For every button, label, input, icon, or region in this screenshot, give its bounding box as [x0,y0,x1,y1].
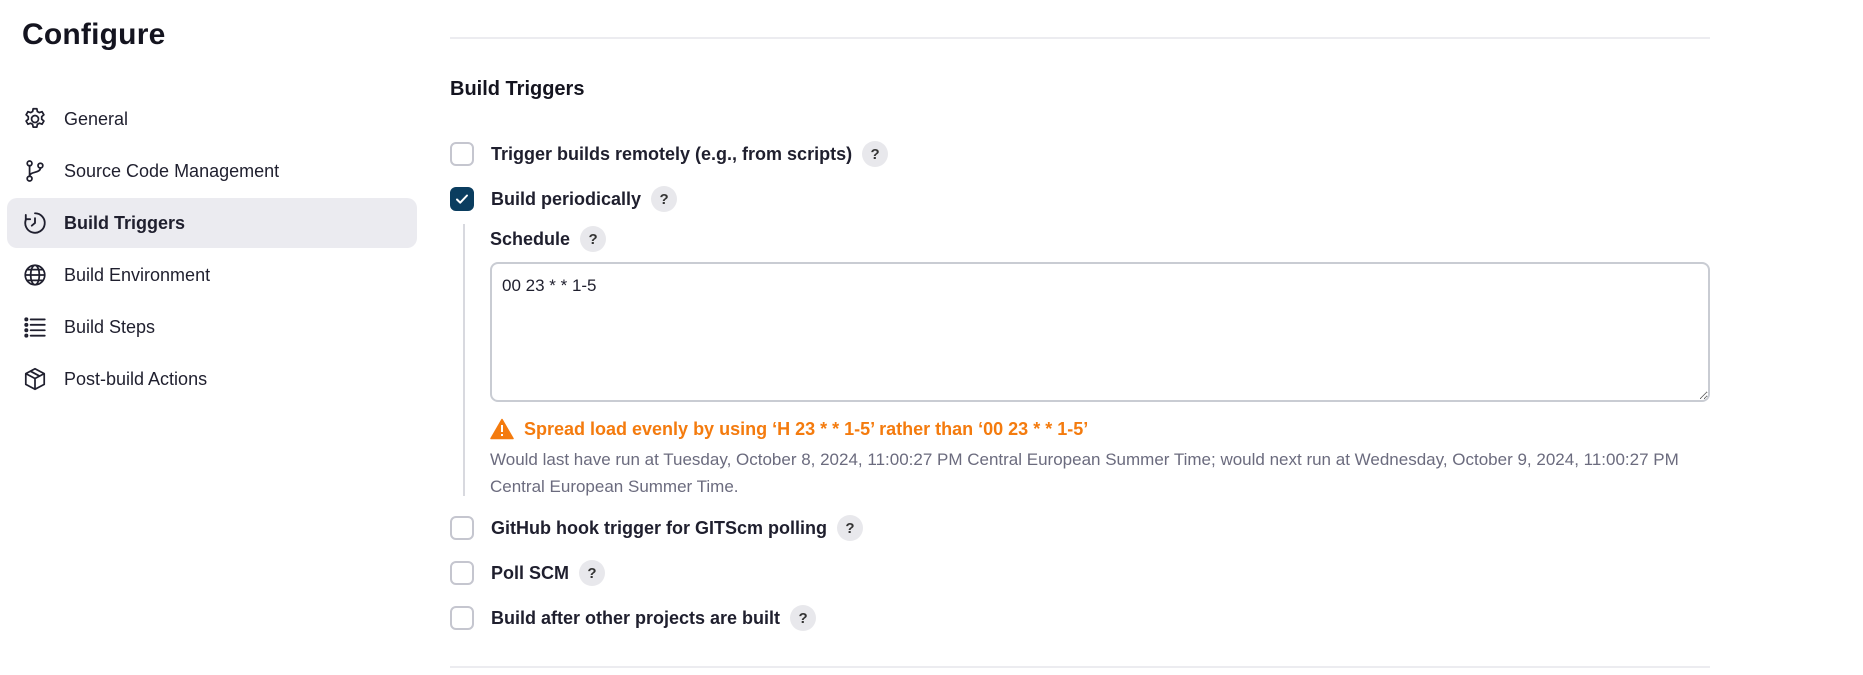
option-github-hook: GitHub hook trigger for GITScm polling ? [450,513,863,543]
option-label: Poll SCM [491,562,570,583]
option-label: Build periodically [491,188,642,209]
sidebar-item-label: Build Environment [64,264,211,285]
help-icon[interactable]: ? [579,560,606,586]
section-title: Build Triggers [450,78,585,100]
divider [450,666,1710,668]
divider [450,37,1710,39]
sidebar-item-build-steps[interactable]: Build Steps [7,302,417,352]
package-icon [22,366,48,392]
warning-text: Spread load evenly by using ‘H 23 * * 1-… [524,418,1089,439]
build-after-other-checkbox[interactable] [450,606,474,630]
option-label: Trigger builds remotely (e.g., from scri… [491,143,853,164]
option-build-after-other: Build after other projects are built ? [450,603,817,633]
option-label: GitHub hook trigger for GITScm polling [491,517,827,538]
page-title: Configure [22,18,166,51]
poll-scm-checkbox[interactable] [450,561,474,585]
checkmark-icon [456,194,468,204]
sidebar-item-label: Source Code Management [64,160,280,181]
nested-indicator [463,224,465,496]
sidebar-nav: General Source Code Management Build Tri… [7,94,417,406]
schedule-warning: Spread load evenly by using ‘H 23 * * 1-… [490,418,1088,440]
sidebar-item-label: Build Steps [64,316,156,337]
schedule-label-row: Schedule ? [490,224,607,254]
github-hook-checkbox[interactable] [450,516,474,540]
gear-icon [22,106,48,132]
schedule-info: Would last have run at Tuesday, October … [490,450,1679,496]
clock-icon [22,210,48,236]
option-trigger-remotely: Trigger builds remotely (e.g., from scri… [450,139,889,169]
warning-icon [490,418,514,440]
build-periodically-checkbox[interactable] [450,187,474,211]
sidebar: Configure General Source Code Management [0,0,430,675]
list-icon [22,314,48,340]
globe-icon [22,262,48,288]
option-poll-scm: Poll SCM ? [450,558,606,588]
sidebar-item-source-code-management[interactable]: Source Code Management [7,146,417,196]
option-label: Build after other projects are built [491,607,781,628]
sidebar-item-post-build-actions[interactable]: Post-build Actions [7,354,417,404]
option-build-periodically: Build periodically ? [450,184,678,214]
schedule-label: Schedule [490,228,571,249]
help-icon[interactable]: ? [837,515,863,541]
sidebar-item-label: General [64,108,129,129]
sidebar-item-build-triggers[interactable]: Build Triggers [7,198,417,248]
help-icon[interactable]: ? [862,141,889,167]
sidebar-item-build-environment[interactable]: Build Environment [7,250,417,300]
sidebar-item-label: Post-build Actions [64,368,208,389]
schedule-input[interactable] [490,262,1710,402]
help-icon[interactable]: ? [651,186,678,212]
trigger-remotely-checkbox[interactable] [450,142,474,166]
help-icon[interactable]: ? [580,226,607,252]
help-icon[interactable]: ? [790,605,817,631]
main-content: Build Triggers Trigger builds remotely (… [450,0,1710,675]
sidebar-item-label: Build Triggers [64,212,186,233]
branch-icon [22,158,48,184]
sidebar-item-general[interactable]: General [7,94,417,144]
